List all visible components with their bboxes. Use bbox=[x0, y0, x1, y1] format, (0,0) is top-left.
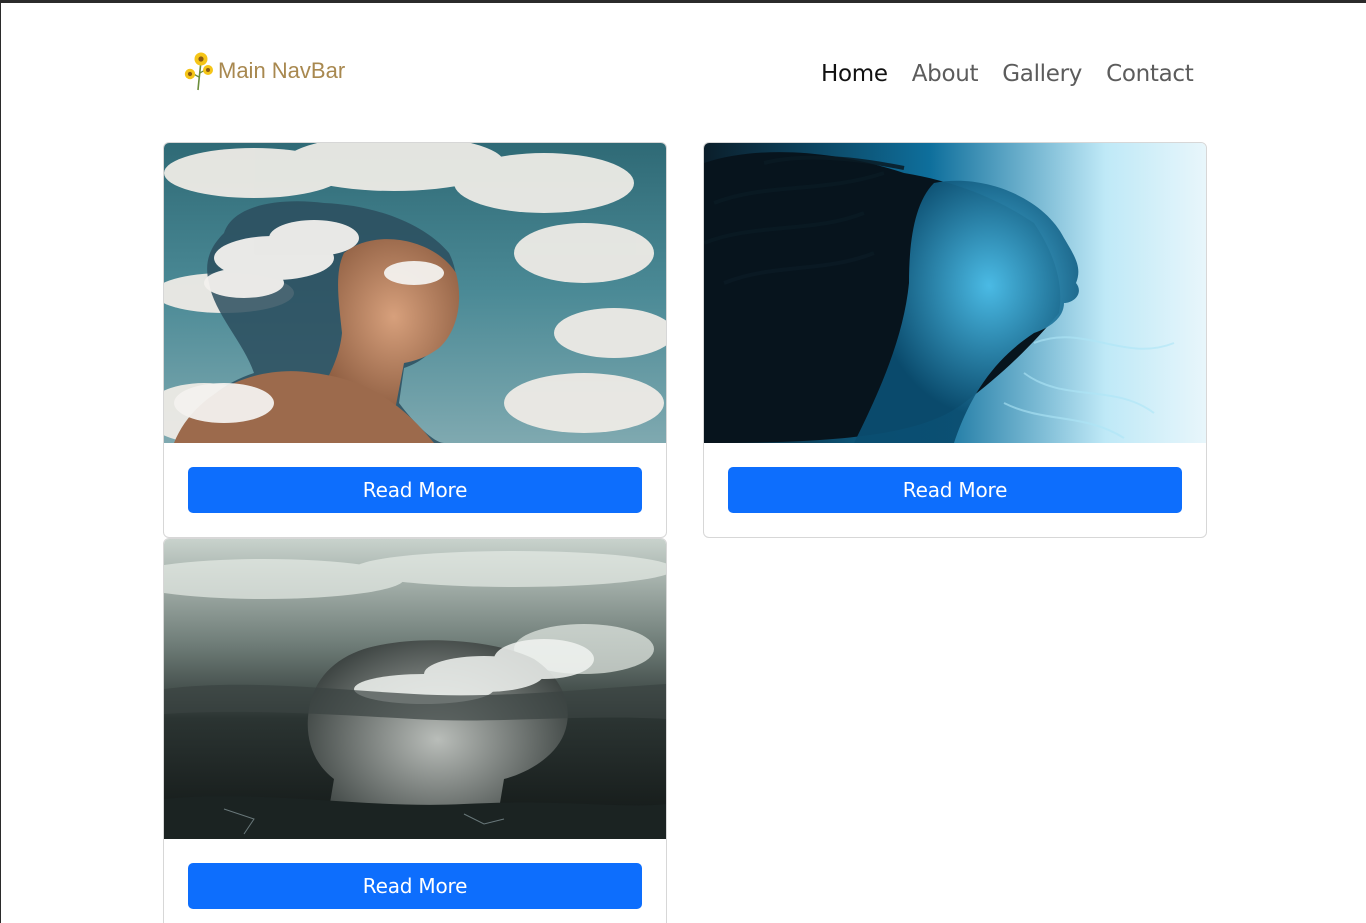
nav-link-contact[interactable]: Contact bbox=[1094, 58, 1205, 90]
nav-link-home[interactable]: Home bbox=[809, 58, 900, 90]
read-more-button[interactable]: Read More bbox=[728, 467, 1182, 513]
nav-link-gallery[interactable]: Gallery bbox=[990, 58, 1094, 90]
card-body: Read More bbox=[704, 443, 1206, 537]
nav-link-about[interactable]: About bbox=[900, 58, 991, 90]
woman-with-clouds-image bbox=[164, 143, 666, 443]
card-body: Read More bbox=[164, 839, 666, 923]
card-body: Read More bbox=[164, 443, 666, 537]
gallery-card: Read More bbox=[163, 538, 667, 923]
brand-label: Main NavBar bbox=[218, 58, 346, 83]
read-more-button[interactable]: Read More bbox=[188, 467, 642, 513]
gallery-card: Read More bbox=[163, 142, 667, 538]
woman-blue-smoke-image bbox=[704, 143, 1206, 443]
browser-viewport: Main NavBar Home About Gallery Contact R… bbox=[0, 0, 1366, 923]
sunflower-icon bbox=[184, 52, 213, 91]
read-more-button[interactable]: Read More bbox=[188, 863, 642, 909]
navbar-brand[interactable]: Main NavBar bbox=[183, 51, 345, 91]
woman-stormy-sky-image bbox=[164, 539, 666, 839]
nav-links: Home About Gallery Contact bbox=[809, 58, 1205, 90]
main-navbar: Main NavBar Home About Gallery Contact bbox=[1, 3, 1366, 123]
gallery-card: Read More bbox=[703, 142, 1207, 538]
